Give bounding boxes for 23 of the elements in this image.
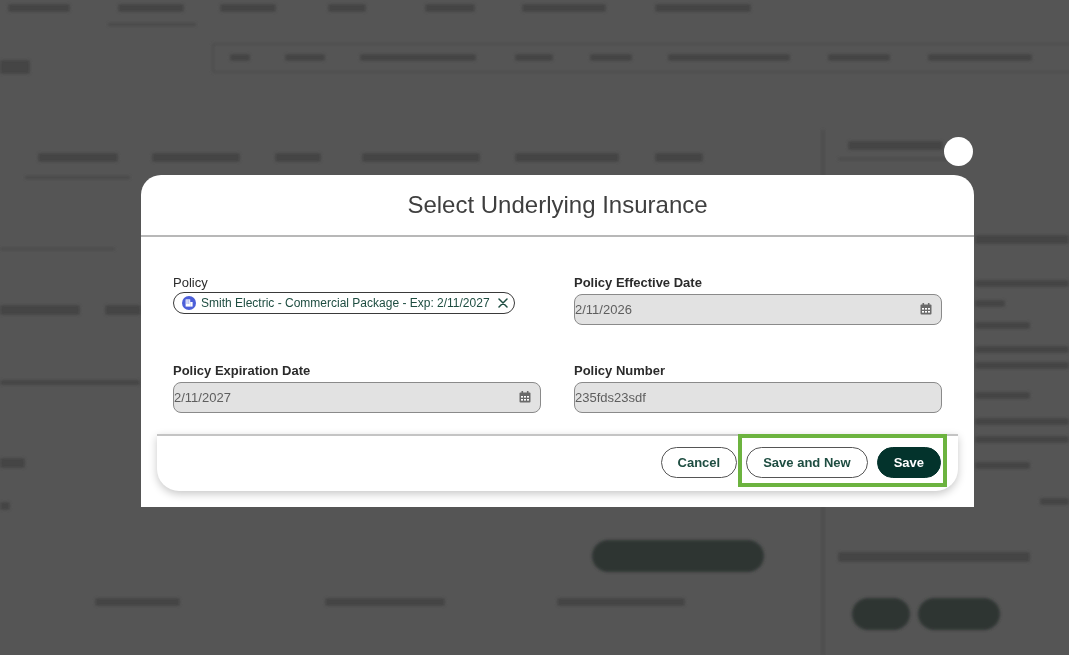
outline-button[interactable]: Cancel <box>660 447 738 478</box>
policy-name: Smith Electric - Commercial Package - Exp: 2/11/2027 <box>201 295 490 311</box>
field-label: Policy Number <box>574 363 666 379</box>
field-label: Policy <box>173 275 208 291</box>
blurred-text <box>105 305 141 315</box>
close-icon[interactable] <box>497 298 508 308</box>
blurred-text <box>975 300 1005 307</box>
blurred-text <box>975 322 1030 329</box>
date-field[interactable]: 2/11/2027 <box>173 382 541 413</box>
building-icon <box>182 296 196 310</box>
calendar-icon[interactable] <box>519 391 531 403</box>
policy-chip[interactable]: Smith Electric - Commercial Package - Exp: 2/11/2027 <box>173 292 515 314</box>
text-field[interactable]: 235fds23sdf <box>574 382 942 413</box>
blurred-text <box>975 462 1030 469</box>
round-button[interactable] <box>944 137 973 166</box>
date-field[interactable]: 2/11/2026 <box>574 294 942 325</box>
blurred-text <box>975 392 1030 399</box>
dialog-title: Select Underlying Insurance <box>407 191 708 219</box>
field-label: Policy Effective Date <box>574 275 702 291</box>
outline-button[interactable]: Save and New <box>746 447 868 478</box>
calendar-icon[interactable] <box>920 303 932 315</box>
save-button[interactable]: Save <box>876 447 941 478</box>
field-label: Policy Expiration Date <box>173 363 311 379</box>
